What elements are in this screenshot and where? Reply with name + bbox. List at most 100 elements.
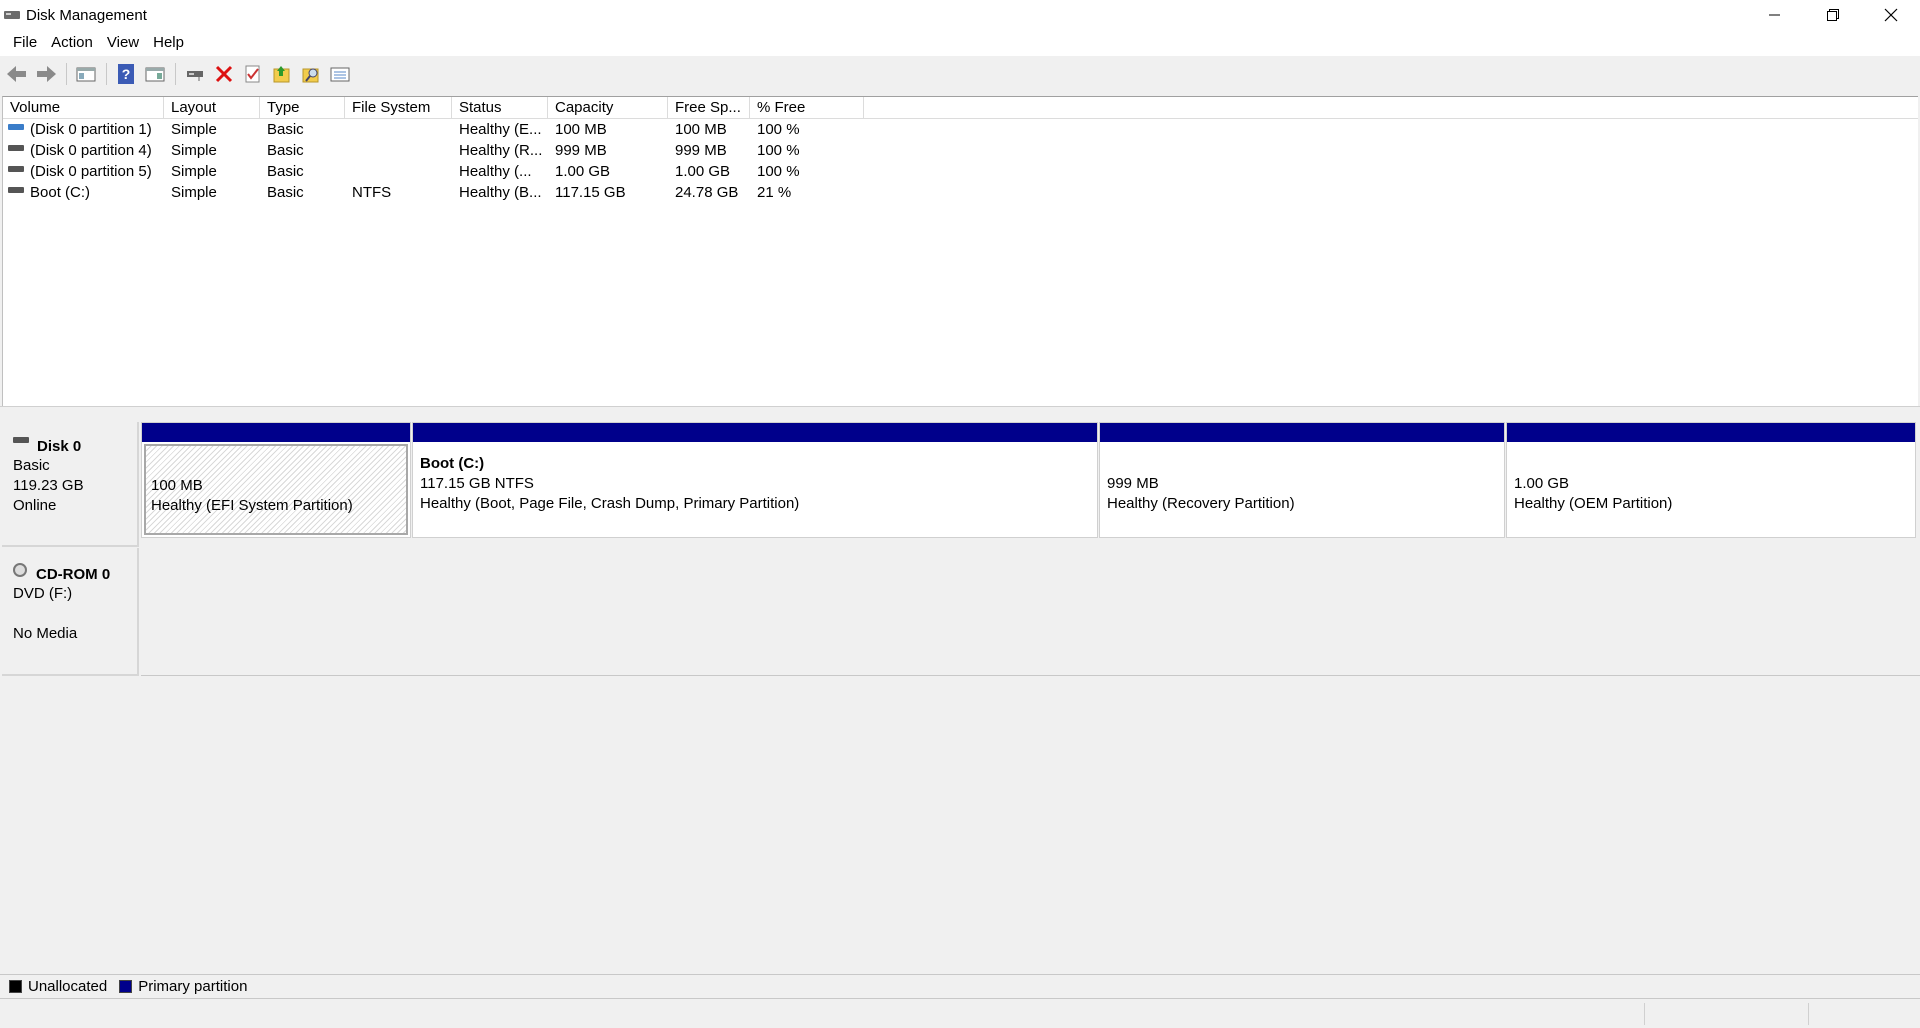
volume-name: Boot (C:): [30, 184, 91, 201]
column-header-capacity[interactable]: Capacity: [548, 97, 668, 119]
forward-arrow-icon: [37, 66, 56, 82]
cdrom-drive: DVD (F:): [13, 585, 73, 602]
column-header-volume[interactable]: Volume: [3, 97, 164, 119]
capacity-cell: 100 MB: [555, 121, 607, 138]
partition-name: [1107, 454, 1502, 474]
legend-bar: Unallocated Primary partition: [0, 974, 1920, 998]
help-button[interactable]: ?: [113, 61, 139, 87]
cd-rom-icon: [13, 563, 27, 577]
partition-name: [1514, 454, 1913, 474]
partition-recovery[interactable]: 999 MB Healthy (Recovery Partition): [1099, 422, 1505, 538]
disk-0-label[interactable]: Disk 0 Basic 119.23 GB Online: [2, 422, 139, 547]
show-hide-pane-icon: [145, 67, 165, 82]
table-row[interactable]: Boot (C:) Simple Basic NTFS Healthy (B..…: [3, 182, 1918, 203]
disk-icon: [13, 437, 29, 443]
partition-size: 100 MB: [151, 477, 203, 494]
legend-swatch-unallocated: [9, 980, 22, 993]
type-cell: Basic: [267, 121, 304, 138]
cdrom-0-label[interactable]: CD-ROM 0 DVD (F:) No Media: [2, 548, 139, 676]
console-tree-icon: [76, 67, 96, 82]
legend-label-primary: Primary partition: [138, 978, 248, 995]
restore-icon: [1827, 9, 1839, 21]
column-header-type[interactable]: Type: [260, 97, 345, 119]
free-space-cell: 100 MB: [675, 121, 727, 138]
help-icon: ?: [118, 64, 134, 84]
back-button[interactable]: [4, 61, 30, 87]
back-arrow-icon: [7, 66, 26, 82]
volume-name: (Disk 0 partition 5): [30, 163, 152, 180]
delete-icon: [215, 65, 233, 83]
pane-splitter[interactable]: [0, 406, 1920, 410]
table-row[interactable]: (Disk 0 partition 1) Simple Basic Health…: [3, 119, 1918, 140]
disk-size: 119.23 GB: [13, 477, 84, 494]
column-header-file-system[interactable]: File System: [345, 97, 452, 119]
status-bar: [0, 998, 1920, 1028]
free-space-cell: 1.00 GB: [675, 163, 731, 180]
column-header-layout[interactable]: Layout: [164, 97, 260, 119]
partition-boot-c[interactable]: Boot (C:) 117.15 GB NTFS Healthy (Boot, …: [412, 422, 1098, 538]
percent-free-cell: 100 %: [757, 163, 800, 180]
volume-list[interactable]: Volume Layout Type File System Status Ca…: [2, 96, 1918, 406]
minimize-button[interactable]: [1746, 0, 1804, 30]
percent-free-cell: 100 %: [757, 142, 800, 159]
disk-type: Basic: [13, 457, 50, 474]
column-header-percent-free[interactable]: % Free: [750, 97, 864, 119]
forward-button[interactable]: [33, 61, 59, 87]
restore-button[interactable]: [1804, 0, 1862, 30]
minimize-icon: [1769, 14, 1780, 16]
layout-cell: Simple: [171, 121, 217, 138]
column-header-free-space[interactable]: Free Sp...: [668, 97, 750, 119]
open-button[interactable]: [269, 61, 295, 87]
type-cell: Basic: [267, 142, 304, 159]
partition-oem[interactable]: 1.00 GB Healthy (OEM Partition): [1506, 422, 1916, 538]
menu-view[interactable]: View: [100, 30, 146, 56]
legend-label-unallocated: Unallocated: [28, 978, 108, 995]
type-cell: Basic: [267, 184, 304, 201]
volume-icon: [8, 123, 24, 130]
partition-color-bar: [1507, 423, 1915, 442]
cdrom-0-area[interactable]: [141, 548, 1920, 676]
capacity-cell: 1.00 GB: [555, 163, 611, 180]
cdrom-name: CD-ROM 0: [36, 565, 111, 583]
free-space-cell: 24.78 GB: [675, 184, 739, 201]
properties-button[interactable]: [240, 61, 266, 87]
delete-button[interactable]: [211, 61, 237, 87]
menu-file[interactable]: File: [6, 30, 44, 56]
show-hide-action-pane-button[interactable]: [142, 61, 168, 87]
capacity-cell: 999 MB: [555, 142, 607, 159]
menu-help[interactable]: Help: [146, 30, 191, 56]
table-row[interactable]: (Disk 0 partition 5) Simple Basic Health…: [3, 161, 1918, 182]
partition-status: Healthy (Recovery Partition): [1107, 495, 1295, 512]
partition-color-bar: [413, 423, 1097, 442]
free-space-cell: 999 MB: [675, 142, 727, 159]
menu-action[interactable]: Action: [44, 30, 100, 56]
title-bar: Disk Management: [0, 0, 1920, 30]
table-row[interactable]: (Disk 0 partition 4) Simple Basic Health…: [3, 140, 1918, 161]
volume-icon: [8, 165, 24, 172]
show-hide-console-tree-button[interactable]: [73, 61, 99, 87]
cdrom-media: No Media: [13, 625, 78, 642]
file-system-cell: [345, 119, 452, 140]
close-button[interactable]: [1862, 0, 1920, 30]
partition-size: 117.15 GB NTFS: [420, 475, 534, 492]
properties-check-icon: [245, 65, 260, 83]
disk-state: Online: [13, 497, 57, 514]
layout-cell: Simple: [171, 184, 217, 201]
disk-0-partitions: 100 MB Healthy (EFI System Partition) Bo…: [141, 422, 1918, 548]
volume-name: (Disk 0 partition 1): [30, 121, 152, 138]
disk-management-app-icon[interactable]: [4, 8, 20, 22]
connect-disk-icon: [187, 71, 203, 81]
close-icon: [1884, 8, 1898, 22]
window-title: Disk Management: [26, 6, 147, 24]
column-header-status[interactable]: Status: [452, 97, 548, 119]
toolbar-separator: [66, 63, 67, 85]
status-cell: Healthy (B...: [459, 184, 542, 201]
legend-swatch-primary: [119, 980, 133, 993]
explore-button[interactable]: [298, 61, 324, 87]
partition-efi[interactable]: 100 MB Healthy (EFI System Partition): [141, 422, 411, 538]
connect-disk-button[interactable]: [182, 61, 208, 87]
toolbar-separator: [175, 63, 176, 85]
status-bar-divider: [1644, 1003, 1645, 1025]
list-view-button[interactable]: [327, 61, 353, 87]
status-cell: Healthy (...: [459, 163, 532, 180]
